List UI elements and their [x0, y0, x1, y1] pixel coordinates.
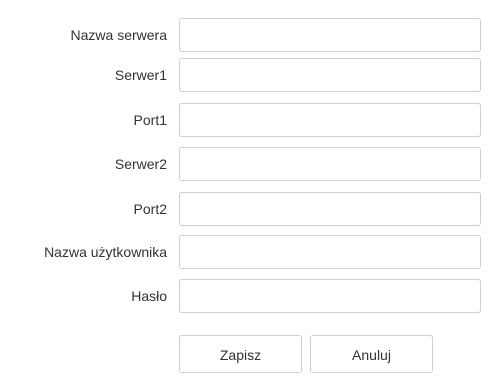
server-name-input[interactable]: [179, 18, 481, 52]
server2-input[interactable]: [179, 147, 481, 181]
server1-label: Serwer1: [114, 67, 167, 83]
port2-label: Port2: [133, 201, 167, 217]
port1-row: Port1: [0, 103, 488, 137]
port1-label: Port1: [133, 112, 167, 128]
username-label: Nazwa użytkownika: [44, 244, 167, 260]
password-row: Hasło: [0, 279, 488, 313]
port2-input[interactable]: [179, 192, 481, 226]
save-button[interactable]: Zapisz: [179, 335, 302, 373]
username-input[interactable]: [179, 235, 481, 269]
server-name-row: Nazwa serwera: [0, 18, 488, 52]
port1-input[interactable]: [179, 103, 481, 137]
server2-row: Serwer2: [0, 147, 488, 181]
password-input[interactable]: [179, 279, 481, 313]
cancel-button[interactable]: Anuluj: [310, 335, 433, 373]
server2-label: Serwer2: [114, 156, 167, 172]
password-label: Hasło: [131, 288, 167, 304]
port2-row: Port2: [0, 192, 488, 226]
server-settings-form: Nazwa serwera Serwer1 Port1 Serwer2 Port…: [0, 0, 488, 379]
username-row: Nazwa użytkownika: [0, 235, 488, 269]
server-name-label: Nazwa serwera: [70, 27, 167, 43]
server1-row: Serwer1: [0, 58, 488, 92]
server1-input[interactable]: [179, 58, 481, 92]
